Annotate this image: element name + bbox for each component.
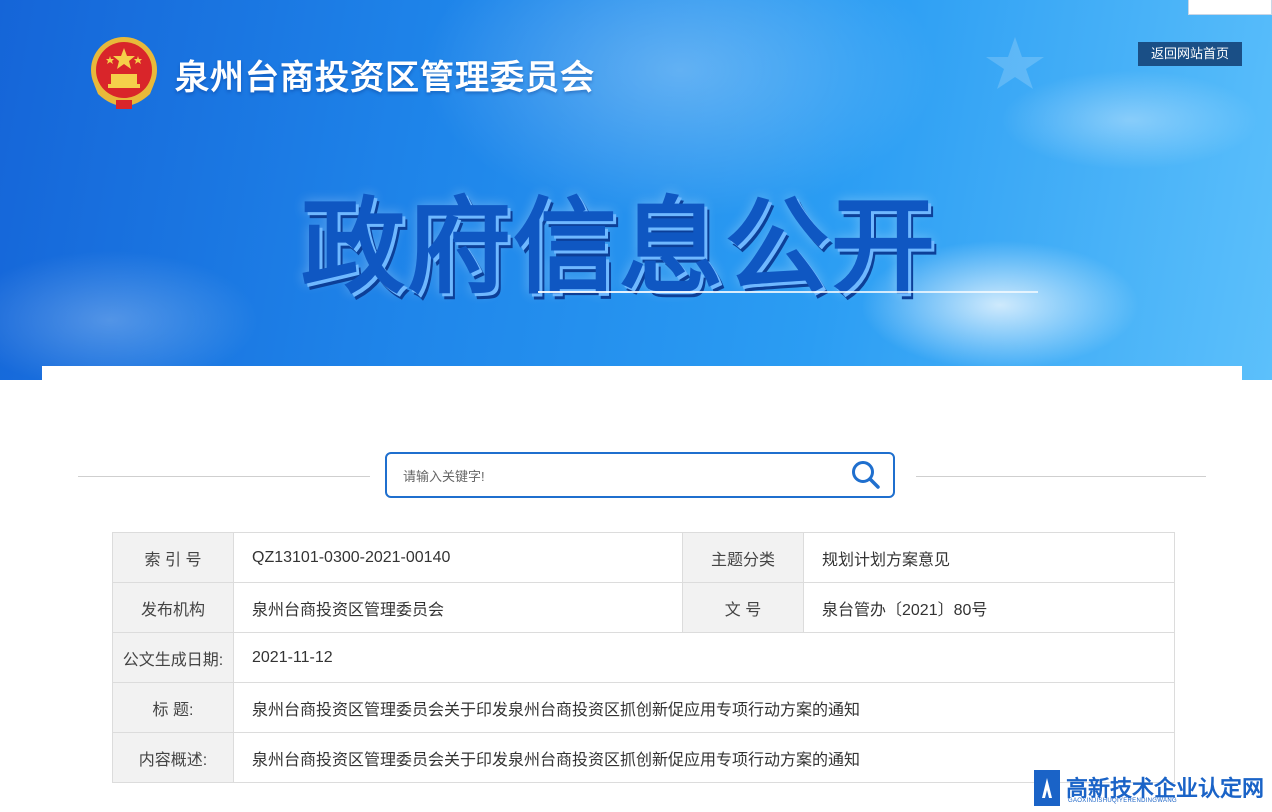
date-label: 公文生成日期: — [112, 632, 234, 683]
date-value: 2021-11-12 — [233, 632, 1175, 683]
search-box — [385, 452, 895, 498]
table-row: 标 题: 泉州台商投资区管理委员会关于印发泉州台商投资区抓创新促应用专项行动方案… — [112, 682, 1175, 733]
topic-value: 规划计划方案意见 — [803, 532, 1175, 583]
watermark-subtitle: GAOXINJISHUQIYERENDINGWANG — [1068, 798, 1177, 804]
watermark: 高新技术企业认定网 GAOXINJISHUQIYERENDINGWANG — [1030, 766, 1272, 812]
index-value: QZ13101-0300-2021-00140 — [233, 532, 683, 583]
title-label: 标 题: — [112, 682, 234, 733]
search-divider-right — [916, 476, 1206, 477]
org-title: 泉州台商投资区管理委员会 — [175, 58, 595, 98]
watermark-logo-icon — [1034, 770, 1060, 806]
title-value: 泉州台商投资区管理委员会关于印发泉州台商投资区抓创新促应用专项行动方案的通知 — [233, 682, 1175, 733]
docno-label: 文 号 — [682, 582, 804, 633]
publisher-value: 泉州台商投资区管理委员会 — [233, 582, 683, 633]
docno-value: 泉台管办〔2021〕80号 — [803, 582, 1175, 633]
top-corner-tab — [1188, 0, 1272, 15]
summary-label: 内容概述: — [112, 732, 234, 783]
search-divider-left — [78, 476, 370, 477]
search-button[interactable] — [849, 460, 883, 490]
header-banner: 泉州台商投资区管理委员会 政府信息公开 — [0, 0, 1272, 380]
topic-label: 主题分类 — [682, 532, 804, 583]
table-row: 公文生成日期: 2021-11-12 — [112, 632, 1175, 683]
hero-divider — [538, 291, 1038, 293]
index-label: 索 引 号 — [112, 532, 234, 583]
document-info-table: 索 引 号 QZ13101-0300-2021-00140 主题分类 规划计划方… — [112, 532, 1175, 783]
publisher-label: 发布机构 — [112, 582, 234, 633]
search-icon — [852, 461, 880, 489]
search-input[interactable] — [401, 464, 835, 488]
star-decoration-icon — [986, 37, 1044, 89]
table-row: 内容概述: 泉州台商投资区管理委员会关于印发泉州台商投资区抓创新促应用专项行动方… — [112, 732, 1175, 783]
table-row: 索 引 号 QZ13101-0300-2021-00140 主题分类 规划计划方… — [112, 532, 1175, 583]
national-emblem-icon — [86, 34, 162, 112]
home-link-button[interactable]: 返回网站首页 — [1138, 42, 1242, 66]
table-row: 发布机构 泉州台商投资区管理委员会 文 号 泉台管办〔2021〕80号 — [112, 582, 1175, 633]
